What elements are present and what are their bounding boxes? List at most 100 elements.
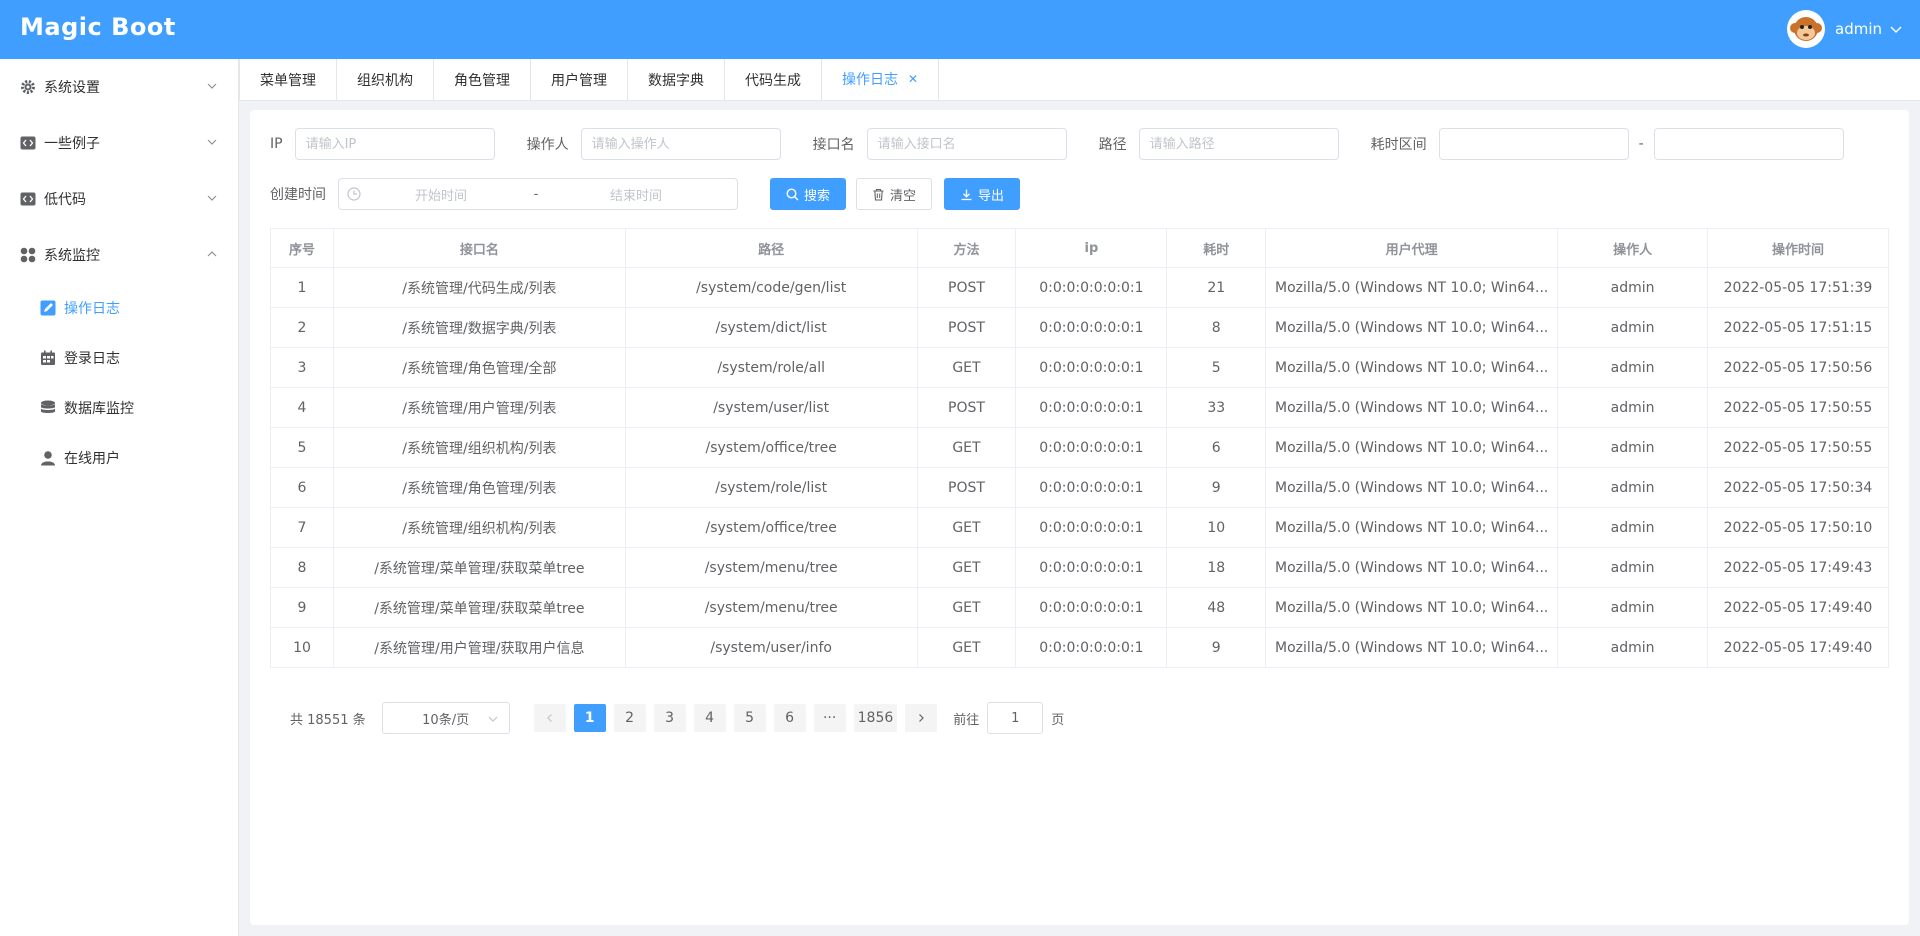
sidebar-group-system-monitor[interactable]: 系统监控	[0, 227, 238, 283]
sidebar-group-low-code[interactable]: 低代码	[0, 171, 238, 227]
cost-max-input[interactable]	[1653, 128, 1844, 160]
table-row[interactable]: 8/系统管理/菜单管理/获取菜单tree/system/menu/tree GET…	[270, 547, 1890, 588]
clear-button-label: 清空	[890, 188, 917, 204]
more-pages-ellipsis[interactable]: ···	[813, 704, 846, 732]
page-button[interactable]: 4	[693, 704, 726, 732]
sidebar-group-label: 系统监控	[44, 248, 100, 264]
sidebar-item-db-monitor[interactable]: 数据库监控	[0, 383, 238, 433]
path-input[interactable]	[1138, 128, 1339, 160]
next-page-button[interactable]	[905, 704, 938, 732]
operator-input[interactable]	[580, 128, 781, 160]
cell-cost: 48	[1166, 587, 1267, 628]
tab-data-dictionary[interactable]: 数据字典	[628, 59, 725, 100]
export-button[interactable]: 导出	[944, 178, 1021, 210]
cell-method: GET	[916, 507, 1017, 548]
search-button-label: 搜索	[804, 188, 831, 204]
cell-method: GET	[916, 547, 1017, 588]
cell-operator: admin	[1557, 387, 1708, 428]
column-header: 方法	[916, 228, 1017, 268]
monkey-avatar-icon	[1788, 11, 1824, 47]
end-date-placeholder[interactable]: 结束时间	[551, 185, 721, 204]
chevron-down-icon[interactable]	[1888, 21, 1904, 37]
cell-user-agent: Mozilla/5.0 (Windows NT 10.0; Win64...	[1265, 307, 1559, 348]
prev-page-button[interactable]	[533, 704, 566, 732]
page-size-select[interactable]: 10条/页	[381, 702, 510, 734]
sidebar-group-system-settings[interactable]: 系统设置	[0, 59, 238, 115]
cell-method: GET	[916, 627, 1017, 668]
search-button[interactable]: 搜索	[770, 178, 847, 210]
pagination: 共 18551 条 10条/页 1 2 3 4 5 6 ··· 1856 前往 …	[290, 702, 1064, 734]
clear-button[interactable]: 清空	[856, 178, 933, 210]
sidebar-item-online-users[interactable]: 在线用户	[0, 433, 238, 483]
page-button[interactable]: 3	[653, 704, 686, 732]
sidebar-item-operation-log[interactable]: 操作日志	[0, 283, 238, 333]
cell-row-index: 2	[270, 307, 334, 348]
page-button[interactable]: 1	[573, 704, 606, 732]
goto-page-input[interactable]	[987, 702, 1044, 734]
close-icon[interactable]: ✕	[908, 72, 918, 86]
tab-label: 用户管理	[551, 72, 607, 89]
cell-path: /system/user/list	[624, 387, 918, 428]
cell-row-index: 5	[270, 427, 334, 468]
cost-range-label: 耗时区间	[1370, 137, 1427, 153]
cell-row-index: 10	[270, 627, 334, 668]
page-button[interactable]: 5	[733, 704, 766, 732]
user-name[interactable]: admin	[1835, 20, 1882, 38]
table-row[interactable]: 4/系统管理/用户管理/列表/system/user/list POST 0:0:0…	[270, 387, 1890, 428]
main-card: IP 操作人 接口名 路径 耗时区间 - 创建时间 开始时间 - 结束时间 搜索…	[250, 110, 1909, 925]
cell-operator: admin	[1557, 587, 1708, 628]
user-menu[interactable]: admin	[1787, 10, 1904, 48]
table-row[interactable]: 7/系统管理/组织机构/列表/system/office/tree GET 0:0:…	[270, 507, 1890, 548]
cell-api-name: /系统管理/角色管理/列表	[332, 467, 626, 508]
cost-min-input[interactable]	[1438, 128, 1629, 160]
table-body: 1/系统管理/代码生成/列表/system/code/gen/list POST 0…	[270, 267, 1890, 668]
tab-code-generation[interactable]: 代码生成	[725, 59, 822, 100]
api-name-input[interactable]	[866, 128, 1067, 160]
tab-organization[interactable]: 组织机构	[337, 59, 434, 100]
cell-api-name: /系统管理/组织机构/列表	[332, 427, 626, 468]
cell-operation-time: 2022-05-05 17:50:10	[1706, 507, 1890, 548]
tab-role-management[interactable]: 角色管理	[434, 59, 531, 100]
sidebar-item-label: 操作日志	[64, 301, 120, 317]
tab-user-management[interactable]: 用户管理	[531, 59, 628, 100]
cell-row-index: 8	[270, 547, 334, 588]
chevron-down-icon	[488, 716, 498, 722]
chevron-up-icon	[207, 251, 217, 257]
path-label: 路径	[1098, 137, 1127, 153]
start-date-placeholder[interactable]: 开始时间	[361, 185, 521, 204]
goto-suffix: 页	[1051, 712, 1065, 728]
avatar[interactable]	[1787, 10, 1825, 48]
sidebar-item-login-log[interactable]: 登录日志	[0, 333, 238, 383]
database-icon	[40, 400, 56, 416]
cell-cost: 8	[1166, 307, 1267, 348]
table-row[interactable]: 10/系统管理/用户管理/获取用户信息/system/user/info GET 0…	[270, 627, 1890, 668]
ip-input[interactable]	[294, 128, 495, 160]
sidebar-group-examples[interactable]: 一些例子	[0, 115, 238, 171]
date-range-picker[interactable]: 开始时间 - 结束时间	[338, 178, 738, 210]
table-row[interactable]: 3/系统管理/角色管理/全部/system/role/all GET 0:0:0:0…	[270, 347, 1890, 388]
table-row[interactable]: 1/系统管理/代码生成/列表/system/code/gen/list POST 0…	[270, 267, 1890, 308]
column-header: 用户代理	[1265, 228, 1559, 268]
column-header: 操作时间	[1706, 228, 1890, 268]
created-time-label: 创建时间	[270, 187, 326, 203]
table-row[interactable]: 9/系统管理/菜单管理/获取菜单tree/system/menu/tree GET…	[270, 587, 1890, 628]
cell-cost: 5	[1166, 347, 1267, 388]
page-button[interactable]: 2	[613, 704, 646, 732]
cell-cost: 9	[1166, 467, 1267, 508]
cell-method: GET	[916, 427, 1017, 468]
cell-method: POST	[916, 307, 1017, 348]
operator-label: 操作人	[526, 137, 569, 153]
cell-api-name: /系统管理/用户管理/获取用户信息	[332, 627, 626, 668]
cell-row-index: 4	[270, 387, 334, 428]
cell-ip: 0:0:0:0:0:0:0:1	[1015, 387, 1168, 428]
table-row[interactable]: 2/系统管理/数据字典/列表/system/dict/list POST 0:0:0…	[270, 307, 1890, 348]
last-page-button[interactable]: 1856	[853, 704, 898, 732]
cell-cost: 9	[1166, 627, 1267, 668]
table-row[interactable]: 5/系统管理/组织机构/列表/system/office/tree GET 0:0:…	[270, 427, 1890, 468]
page-button[interactable]: 6	[773, 704, 806, 732]
sidebar-item-label: 在线用户	[64, 451, 120, 467]
tab-operation-log[interactable]: 操作日志 ✕	[822, 59, 940, 100]
table-row[interactable]: 6/系统管理/角色管理/列表/system/role/list POST 0:0:0…	[270, 467, 1890, 508]
tab-menu-management[interactable]: 菜单管理	[239, 59, 337, 100]
app-logo[interactable]: Magic Boot	[20, 13, 176, 41]
